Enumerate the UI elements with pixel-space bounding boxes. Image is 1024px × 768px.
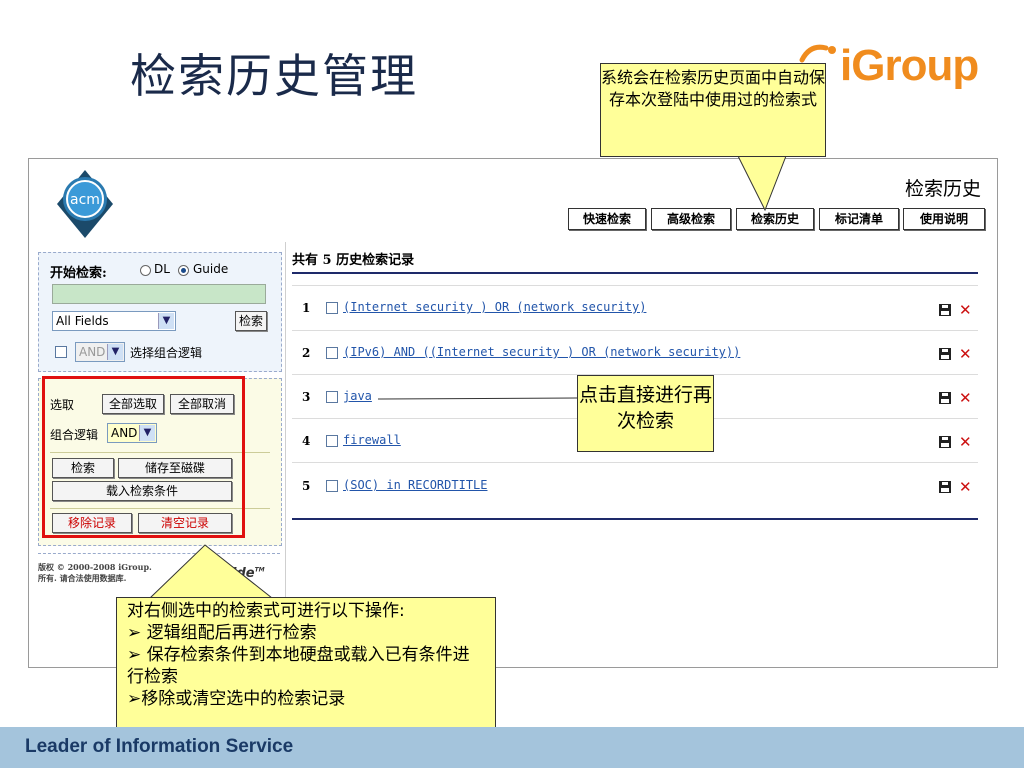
callout-top-pointer xyxy=(737,155,787,212)
callout-bottom-pointer xyxy=(148,544,274,599)
footer-text: Leader of Information Service xyxy=(25,736,294,757)
callout-auto-save: 系统会在检索历史页面中自动保存本次登陆中使用过的检索式 xyxy=(600,63,826,157)
callout-operations-item: ➢ 逻辑组配后再进行检索 xyxy=(127,623,317,643)
callout-operations-item: ➢ 保存检索条件到本地硬盘或载入已有条件进行检索 xyxy=(127,645,470,687)
callout-operations-item: ➢移除或清空选中的检索记录 xyxy=(127,689,346,709)
callout-operations: 对右侧选中的检索式可进行以下操作: ➢ 逻辑组配后再进行检索 ➢ 保存检索条件到… xyxy=(116,597,496,739)
callout-middle-pointer xyxy=(377,397,578,400)
callout-click-to-search: 点击直接进行再次检索 xyxy=(577,375,714,452)
callout-operations-heading: 对右侧选中的检索式可进行以下操作: xyxy=(127,601,405,621)
